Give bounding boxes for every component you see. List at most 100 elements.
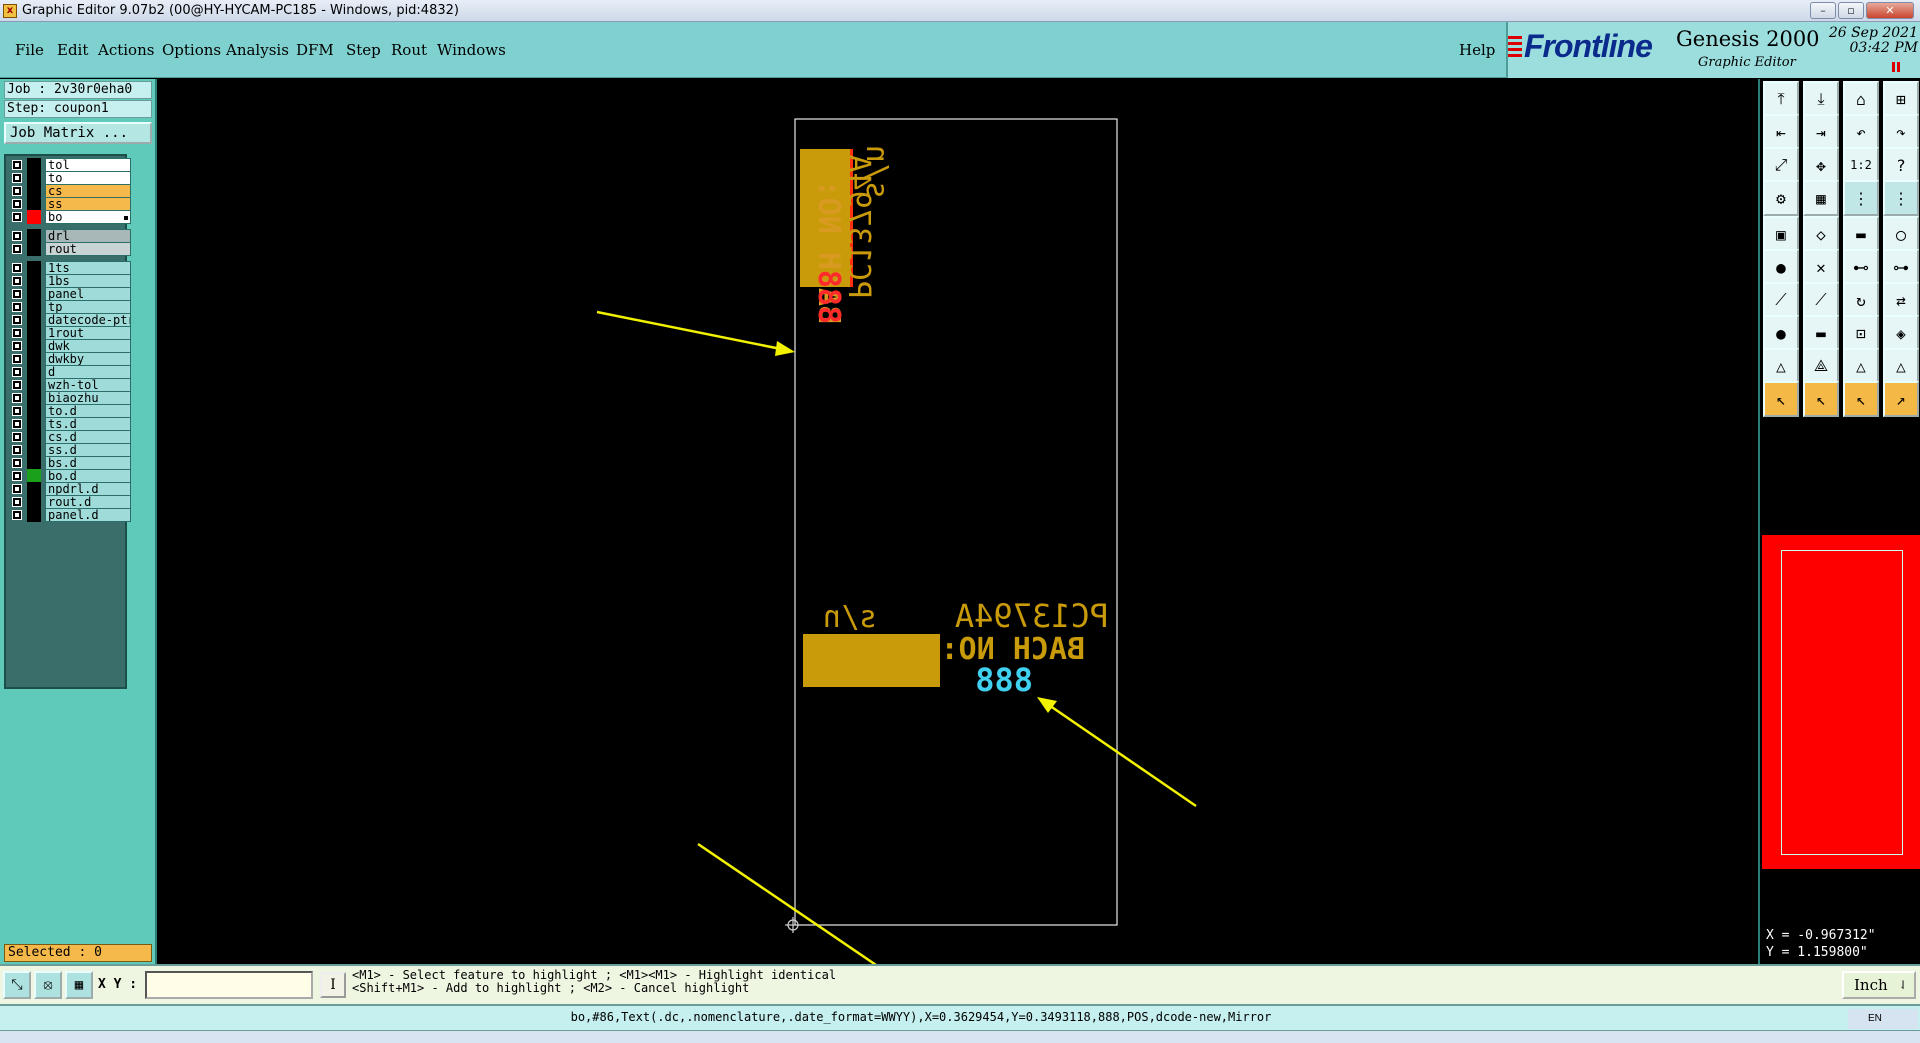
layer-row[interactable]: bo (8, 210, 131, 225)
help-icon[interactable]: ? (1883, 147, 1919, 183)
cross-icon[interactable]: ● (1763, 249, 1799, 285)
menu-options[interactable]: Options (162, 41, 221, 59)
layer-name[interactable]: panel.d (45, 508, 131, 522)
layer-name[interactable]: datecode-ptr (45, 313, 131, 327)
tri-highlight-icon[interactable]: △ (1843, 348, 1879, 384)
menu-dfm[interactable]: DFM (296, 41, 334, 59)
layer-name[interactable]: ss.d (45, 443, 131, 457)
units-selector[interactable]: Inch ⇃ (1842, 971, 1916, 999)
layer-affected-checkbox[interactable] (12, 289, 22, 299)
select-icon[interactable]: ✕ (1803, 249, 1839, 285)
shape-icon[interactable]: ◈ (1883, 315, 1919, 351)
layer-name[interactable]: tp (45, 300, 131, 314)
layer-name[interactable]: drl (45, 229, 131, 243)
angle-icon[interactable]: ⟋ (1803, 282, 1839, 318)
redo-icon[interactable]: ↷ (1883, 114, 1919, 150)
menu-analysis[interactable]: Analysis (226, 41, 289, 59)
layer-display-swatch[interactable] (27, 210, 41, 224)
layer-name[interactable]: ss (45, 197, 131, 211)
layer-name[interactable]: bo (45, 210, 131, 224)
layer-display-swatch[interactable] (27, 313, 41, 327)
vertex-icon[interactable]: △ (1763, 348, 1799, 384)
grid-icon[interactable]: ▦ (65, 971, 93, 999)
measure-icon[interactable]: ⊡ (1843, 315, 1879, 351)
layer-display-swatch[interactable] (27, 242, 41, 256)
layer-name[interactable]: dwk (45, 339, 131, 353)
line-icon[interactable]: ▬ (1843, 216, 1879, 252)
layer-display-swatch[interactable] (27, 229, 41, 243)
layer-affected-checkbox[interactable] (12, 354, 22, 364)
connect-icon[interactable]: ⊷ (1843, 249, 1879, 285)
tri-on-icon[interactable]: △ (1883, 348, 1919, 384)
layer-affected-checkbox[interactable] (12, 393, 22, 403)
layer-display-swatch[interactable] (27, 508, 41, 522)
layout-icon[interactable]: ⊞ (1883, 81, 1919, 117)
layer-name[interactable]: 1rout (45, 326, 131, 340)
menu-help[interactable]: Help (1459, 41, 1495, 59)
rotate-icon[interactable]: ↻ (1843, 282, 1879, 318)
fit-icon[interactable]: ⤢ (1763, 147, 1799, 183)
layer-name[interactable]: bs.d (45, 456, 131, 470)
layer-name[interactable]: ts.d (45, 417, 131, 431)
layer-row[interactable]: panel.d (8, 508, 131, 523)
layer-name[interactable]: cs (45, 184, 131, 198)
menu-edit[interactable]: Edit (57, 41, 88, 59)
layer-name[interactable]: d (45, 365, 131, 379)
layer-affected-checkbox[interactable] (12, 173, 22, 183)
close-button[interactable]: ✕ (1866, 2, 1914, 19)
layer-name[interactable]: to (45, 171, 131, 185)
layer-affected-checkbox[interactable] (12, 263, 22, 273)
layer-display-swatch[interactable] (27, 287, 41, 301)
layer-affected-checkbox[interactable] (12, 231, 22, 241)
snap-off-icon[interactable]: ⋮ (1883, 180, 1919, 216)
zoom-out-icon[interactable]: ⇥ (1803, 114, 1839, 150)
layer-affected-checkbox[interactable] (12, 419, 22, 429)
edge-icon[interactable]: ⟋ (1763, 282, 1799, 318)
move-icon[interactable]: ⊶ (1883, 249, 1919, 285)
align-icon[interactable]: ● (1763, 315, 1799, 351)
snap-on-icon[interactable]: ⋮ (1843, 180, 1879, 216)
layer-display-swatch[interactable] (27, 482, 41, 496)
layer-display-swatch[interactable] (27, 352, 41, 366)
layer-name[interactable]: npdrl.d (45, 482, 131, 496)
layer-affected-checkbox[interactable] (12, 471, 22, 481)
layer-display-swatch[interactable] (27, 171, 41, 185)
mirror-icon[interactable]: ⇄ (1883, 282, 1919, 318)
layer-affected-checkbox[interactable] (12, 315, 22, 325)
layer-name[interactable]: 1ts (45, 261, 131, 275)
step-overview[interactable] (1762, 535, 1920, 869)
join-icon[interactable]: ▬ (1803, 315, 1839, 351)
graphic-canvas[interactable]: s/n PC13794A BACH NO: 888 s/n PC13794A B… (159, 79, 1756, 964)
layer-name[interactable]: cs.d (45, 430, 131, 444)
layer-name[interactable]: to.d (45, 404, 131, 418)
pad-icon[interactable]: ▣ (1763, 216, 1799, 252)
layer-affected-checkbox[interactable] (12, 432, 22, 442)
layer-affected-checkbox[interactable] (12, 445, 22, 455)
layer-name[interactable]: rout.d (45, 495, 131, 509)
layer-affected-checkbox[interactable] (12, 186, 22, 196)
triangle-icon[interactable]: ⟁ (1803, 348, 1839, 384)
layer-display-swatch[interactable] (27, 184, 41, 198)
layer-row[interactable]: rout (8, 242, 131, 257)
pause-icon[interactable] (1892, 62, 1900, 72)
pan-icon[interactable]: ✥ (1803, 147, 1839, 183)
measure-icon[interactable]: ⦻ (34, 971, 62, 999)
layer-name[interactable]: tol (45, 158, 131, 172)
layer-affected-checkbox[interactable] (12, 341, 22, 351)
maximize-button[interactable]: ▫ (1838, 2, 1864, 19)
grid-icon[interactable]: ▦ (1803, 180, 1839, 216)
settings-icon[interactable]: ⚙ (1763, 180, 1799, 216)
surface-icon[interactable]: ◇ (1803, 216, 1839, 252)
layer-display-swatch[interactable] (27, 300, 41, 314)
layer-display-swatch[interactable] (27, 495, 41, 509)
minimize-button[interactable]: – (1810, 2, 1836, 19)
menu-step[interactable]: Step (346, 41, 381, 59)
info-button[interactable]: I (320, 972, 346, 998)
layer-display-swatch[interactable] (27, 391, 41, 405)
layer-affected-checkbox[interactable] (12, 244, 22, 254)
layer-name[interactable]: dwkby (45, 352, 131, 366)
layer-display-swatch[interactable] (27, 365, 41, 379)
layer-display-swatch[interactable] (27, 469, 41, 483)
menu-windows[interactable]: Windows (437, 41, 506, 59)
layer-affected-checkbox[interactable] (12, 328, 22, 338)
